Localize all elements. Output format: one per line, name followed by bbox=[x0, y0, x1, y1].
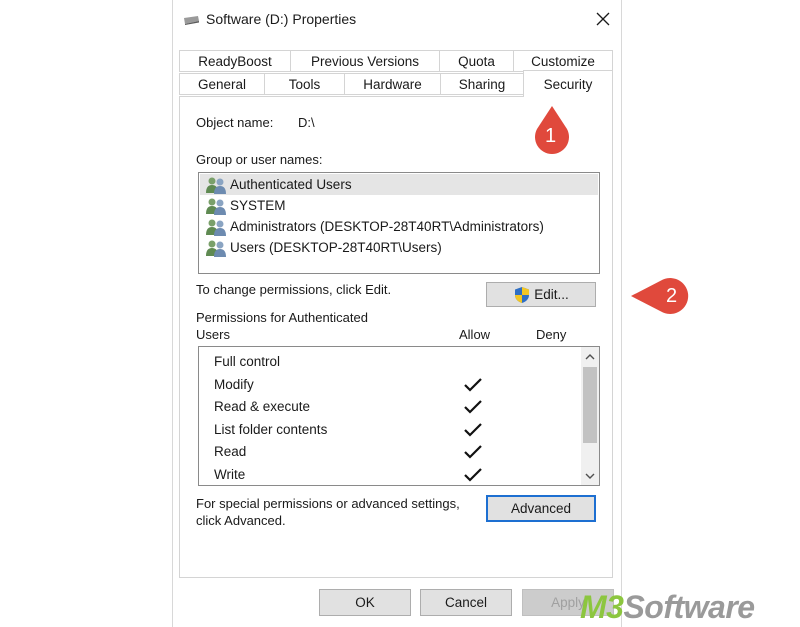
checkmark-icon bbox=[464, 422, 482, 437]
permissions-list: Full control Modify Read & execute List fol… bbox=[198, 346, 600, 486]
permission-name: List folder contents bbox=[214, 421, 328, 437]
checkmark-icon bbox=[464, 445, 482, 459]
callout-marker-2: 2 bbox=[630, 276, 702, 316]
tab-security[interactable]: Security bbox=[523, 70, 613, 97]
tab-general[interactable]: General bbox=[179, 73, 265, 95]
allow-column-header: Allow bbox=[459, 327, 491, 342]
callout-number-1: 1 bbox=[545, 125, 557, 147]
window-title: Software (D:) Properties bbox=[206, 11, 357, 27]
user-row-users[interactable]: Users (DESKTOP-28T40RT\Users) bbox=[200, 237, 598, 258]
scroll-up-button[interactable] bbox=[581, 347, 599, 365]
user-row-label: Users (DESKTOP-28T40RT\Users) bbox=[230, 240, 442, 255]
permission-name: Write bbox=[214, 466, 246, 482]
user-group-icon bbox=[206, 240, 226, 257]
permission-name: Read & execute bbox=[214, 399, 311, 414]
tab-sharing[interactable]: Sharing bbox=[440, 73, 524, 95]
permission-name: Read bbox=[214, 444, 247, 459]
permissions-for-user: Users bbox=[196, 327, 230, 342]
deny-column-header: Deny bbox=[536, 327, 567, 342]
user-row-administrators[interactable]: Administrators (DESKTOP-28T40RT\Administ… bbox=[200, 216, 598, 237]
permissions-scrollbar[interactable] bbox=[581, 347, 599, 485]
special-permissions-text-1: For special permissions or advanced sett… bbox=[196, 496, 460, 511]
edit-button[interactable]: Edit... bbox=[486, 282, 596, 307]
callout-marker-1: 1 bbox=[532, 105, 572, 157]
tab-hardware[interactable]: Hardware bbox=[344, 73, 441, 95]
security-panel: Object name: D:\ Group or user names: Au… bbox=[179, 96, 613, 578]
user-group-icon bbox=[206, 177, 226, 194]
special-permissions-text-2: click Advanced. bbox=[196, 513, 286, 528]
checkmark-icon bbox=[464, 467, 482, 482]
scrollbar-thumb[interactable] bbox=[583, 367, 597, 443]
checkmark-icon bbox=[464, 400, 482, 414]
permission-name: Modify bbox=[214, 376, 254, 392]
chevron-up-icon bbox=[585, 353, 595, 359]
watermark-logo: M3 Software bbox=[580, 587, 755, 627]
properties-dialog: Software (D:) Properties ReadyBoost Prev… bbox=[172, 0, 622, 627]
watermark-part-1: M3 bbox=[580, 588, 624, 625]
drive-icon bbox=[184, 16, 199, 25]
user-row-label: SYSTEM bbox=[230, 198, 286, 213]
change-permissions-text: To change permissions, click Edit. bbox=[196, 282, 392, 297]
permission-name: Full control bbox=[214, 354, 281, 369]
user-group-icon bbox=[206, 219, 226, 236]
object-name-value: D:\ bbox=[298, 115, 315, 130]
tab-readyboost[interactable]: ReadyBoost bbox=[179, 50, 291, 72]
callout-number-2: 2 bbox=[666, 285, 678, 307]
tab-customize[interactable]: Customize bbox=[513, 50, 613, 72]
user-group-icon bbox=[206, 198, 226, 215]
close-icon bbox=[596, 12, 610, 26]
chevron-down-icon bbox=[585, 473, 595, 479]
user-row-label: Administrators (DESKTOP-28T40RT\Administ… bbox=[230, 219, 544, 234]
user-row-authenticated-users[interactable]: Authenticated Users bbox=[200, 174, 598, 195]
permission-row: Read & execute bbox=[199, 396, 579, 418]
uac-shield-icon bbox=[515, 286, 530, 303]
title-bar: Software (D:) Properties bbox=[173, 0, 621, 40]
close-button[interactable] bbox=[585, 4, 621, 34]
user-row-system[interactable]: SYSTEM bbox=[200, 195, 598, 216]
checkmark-icon bbox=[464, 377, 482, 392]
edit-button-label: Edit... bbox=[534, 287, 569, 302]
user-list[interactable]: Authenticated Users SYSTEM Administrator… bbox=[198, 172, 600, 274]
tab-tools[interactable]: Tools bbox=[264, 73, 345, 95]
tab-strip: ReadyBoost Previous Versions Quota Custo… bbox=[179, 50, 613, 98]
tab-previous-versions[interactable]: Previous Versions bbox=[290, 50, 440, 72]
permission-row: Modify bbox=[199, 374, 579, 396]
scroll-down-button[interactable] bbox=[581, 467, 599, 485]
permission-row: List folder contents bbox=[199, 419, 579, 441]
permissions-for-label: Permissions for Authenticated bbox=[196, 310, 368, 325]
object-name-label: Object name: bbox=[196, 115, 274, 130]
permission-row: Read bbox=[199, 441, 579, 463]
advanced-button[interactable]: Advanced bbox=[486, 495, 596, 522]
permission-row: Full control bbox=[199, 351, 579, 373]
group-names-label: Group or user names: bbox=[196, 152, 323, 167]
cancel-button[interactable]: Cancel bbox=[420, 589, 512, 616]
user-row-label: Authenticated Users bbox=[230, 177, 352, 192]
ok-button[interactable]: OK bbox=[319, 589, 411, 616]
watermark-part-2: Software bbox=[623, 588, 755, 625]
permission-row: Write bbox=[199, 464, 579, 486]
tab-quota[interactable]: Quota bbox=[439, 50, 514, 72]
